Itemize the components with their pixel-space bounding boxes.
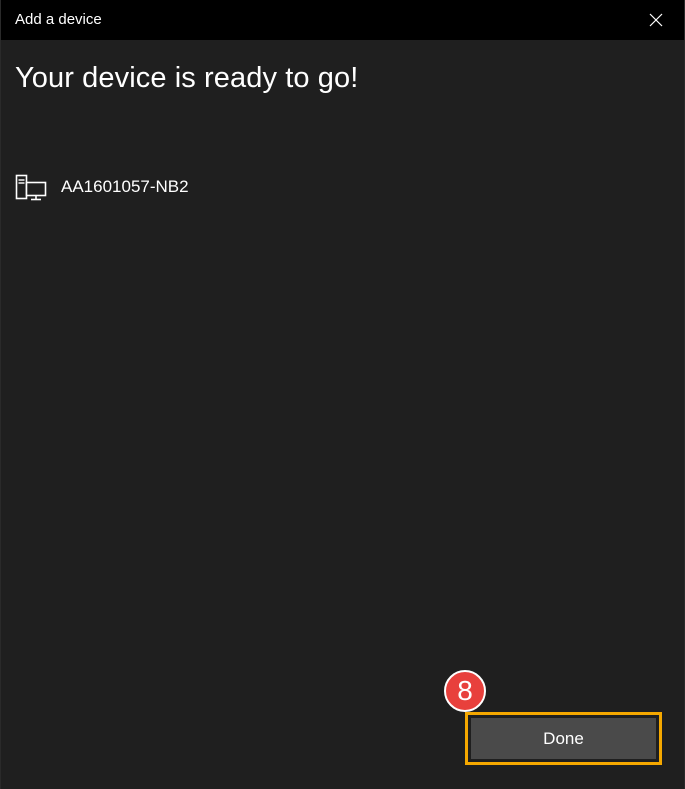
- done-button-highlight: Done: [465, 712, 662, 765]
- device-list-item: AA1601057-NB2: [15, 170, 189, 204]
- step-number-badge: 8: [444, 670, 486, 712]
- page-heading: Your device is ready to go!: [15, 62, 359, 94]
- close-icon: [649, 13, 663, 27]
- computer-device-icon: [15, 171, 47, 203]
- window-title: Add a device: [15, 11, 102, 28]
- close-button[interactable]: [628, 0, 684, 40]
- done-button[interactable]: Done: [471, 718, 656, 759]
- add-device-window: Add a device Your device is ready to go!…: [0, 0, 685, 789]
- title-bar: Add a device: [1, 0, 684, 40]
- device-name: AA1601057-NB2: [61, 177, 189, 196]
